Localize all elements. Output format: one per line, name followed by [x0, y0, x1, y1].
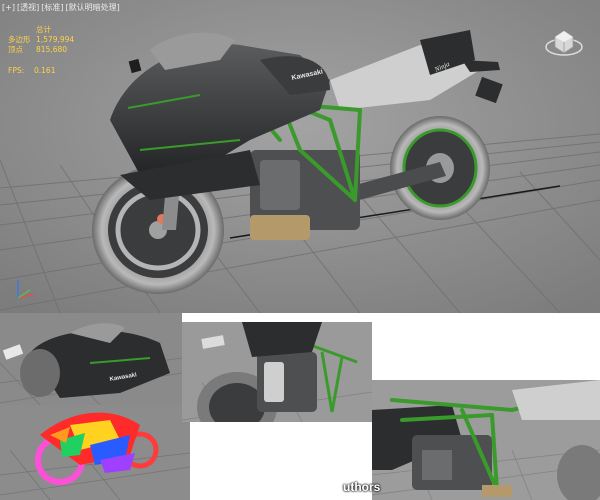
main-viewport[interactable]: Kawasaki Ninja [+] [透视] [标准] [默认明暗处理] 总计 多边… — [0, 0, 600, 313]
viewport-menu-view[interactable]: [透视] — [17, 3, 39, 12]
viewport-menu-shading[interactable]: [默认明暗处理] — [65, 3, 119, 12]
viewport-menu-standard[interactable]: [标准] — [41, 3, 63, 12]
stats-row-polygons: 多边形 1,579,994 — [8, 35, 75, 44]
stats-header: 总计 — [36, 25, 51, 34]
viewport-menu-plus[interactable]: [+] — [2, 3, 15, 12]
stats-overlay: 总计 多边形 1,579,994 顶点 815,680 — [8, 25, 74, 55]
stats-row-vertices: 顶点 815,680 — [8, 45, 68, 54]
viewport-label[interactable]: [+] [透视] [标准] [默认明暗处理] — [2, 2, 122, 13]
main-viewport-scene: Kawasaki Ninja — [0, 0, 600, 313]
watermark-text: uthors — [343, 480, 381, 494]
fps-readout: FPS: 0.161 — [8, 66, 56, 75]
view-cube[interactable] — [543, 25, 585, 59]
thumbnail-viewport-3[interactable] — [182, 322, 372, 422]
thumbnail-viewport-1[interactable]: Kawasaki — [0, 313, 182, 405]
thumbnail-viewport-4[interactable] — [372, 380, 600, 500]
thumbnail-viewport-colored[interactable] — [0, 405, 190, 500]
